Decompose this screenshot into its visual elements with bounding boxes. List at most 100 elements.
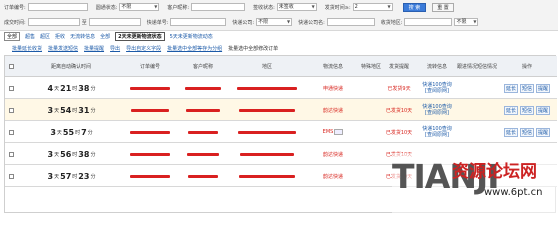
- row-checkbox[interactable]: [8, 85, 14, 91]
- row-checkbox[interactable]: [8, 173, 14, 179]
- carrier: 韵达快递: [322, 107, 343, 114]
- export-link[interactable]: 导出: [110, 45, 120, 52]
- header-customer: 客户昵称: [192, 63, 213, 70]
- ems-logo-icon: [334, 129, 344, 135]
- region-redacted: [237, 86, 297, 90]
- extend-button[interactable]: 延长: [503, 127, 518, 137]
- days: 4: [47, 83, 54, 93]
- batch-extend-link[interactable]: 批量延长收货: [12, 45, 42, 52]
- row-checkbox[interactable]: [8, 151, 14, 157]
- chevron-down-icon: ▼: [473, 19, 477, 24]
- customer-redacted: [187, 152, 219, 156]
- row-checkbox[interactable]: [8, 129, 14, 135]
- ship-time-select[interactable]: 2 ▼: [352, 3, 393, 11]
- batch-modify-link[interactable]: 批量选中全部修改订单: [228, 45, 278, 52]
- day-unit: 天: [56, 129, 62, 136]
- tab-all[interactable]: 全部: [4, 31, 21, 41]
- tab-rejected[interactable]: 拒收: [55, 33, 65, 40]
- carrier: 韵达快递: [322, 151, 343, 158]
- customer-input[interactable]: [191, 3, 246, 11]
- ship-status-label: 圆通状态:: [95, 4, 118, 11]
- ship-status-select[interactable]: 不限 ▼: [119, 3, 160, 11]
- region-redacted: [238, 130, 296, 134]
- chevron-down-icon: ▼: [311, 4, 315, 9]
- remind-button[interactable]: 提醒: [536, 83, 551, 93]
- status-tabs: 全部 超售 超区 拒收 无流转信息 全部 2天未更新物流状态 5天未更新物流动态: [0, 31, 558, 41]
- flow-origin-link[interactable]: [查阅原网]: [425, 110, 449, 116]
- courier-label: 快递公司:: [232, 19, 255, 26]
- sms-button[interactable]: 短信: [519, 83, 534, 93]
- customer-redacted: [186, 108, 220, 112]
- tab-no-tracking[interactable]: 无流转信息: [70, 33, 95, 40]
- header-follow: 跟进情况: [457, 63, 478, 70]
- deal-time-end-input[interactable]: [88, 18, 141, 26]
- row-checkbox[interactable]: [8, 107, 14, 113]
- save-group-link[interactable]: 批量选中全部等存为分组: [167, 45, 222, 52]
- table-row: 4天 21 时 38 分 申通快递 已发货9天 快递100查询 [查阅原网] 延长 …: [5, 77, 557, 99]
- header-flow: 流转信息: [426, 63, 447, 70]
- select-all-checkbox[interactable]: [8, 64, 14, 69]
- order-no-input[interactable]: [27, 3, 88, 11]
- filter-row-1: 订单编号: 圆通状态: 不限 ▼ 客户昵称: 签收状态: 未签收 ▼ 发货时间≥: …: [4, 2, 454, 12]
- hours: 56: [60, 149, 72, 159]
- order-no-label: 订单编号:: [4, 4, 26, 11]
- header-ship-remind: 发货提醒: [388, 63, 409, 70]
- courier-name-input[interactable]: [326, 18, 375, 26]
- hour-unit: 时: [72, 107, 78, 114]
- order-no-redacted: [130, 152, 170, 156]
- extend-button[interactable]: 延长: [503, 105, 518, 115]
- countdown: 3天 56 时 38 分: [19, 143, 123, 165]
- tab-2day-no-update[interactable]: 2天未更新物流状态: [115, 31, 165, 41]
- flow-origin-link[interactable]: [查阅原网]: [425, 132, 449, 138]
- watermark: TIANJI 资源论坛网 www.6pt.cn: [392, 153, 558, 213]
- tab-oversold[interactable]: 超售: [25, 33, 35, 40]
- ship-remind: 已发货10天: [385, 107, 413, 114]
- reset-button[interactable]: 重 置: [432, 2, 454, 12]
- countdown: 3天 57 时 23 分: [19, 165, 123, 187]
- tracking-no-input[interactable]: [170, 18, 227, 26]
- order-no-redacted: [131, 108, 169, 112]
- tab-5day-no-update[interactable]: 5天未更新物流动态: [170, 33, 213, 40]
- countdown: 4天 21 时 38 分: [19, 77, 123, 99]
- extend-button[interactable]: 延长: [503, 83, 518, 93]
- ship-status-value: 不限: [121, 4, 132, 10]
- courier-name-label: 快递公司名:: [298, 19, 325, 26]
- tab-out-of-area[interactable]: 超区: [40, 33, 50, 40]
- sms-button[interactable]: 短信: [519, 127, 534, 137]
- ship-remind: 已发货9天: [387, 85, 411, 92]
- region-redacted: [239, 174, 295, 178]
- row-ops: 延长 短信 提醒: [497, 77, 557, 99]
- deal-time-start-input[interactable]: [27, 18, 80, 26]
- remind-button[interactable]: 提醒: [536, 127, 551, 137]
- countdown: 3天 55 时 7分: [19, 121, 123, 143]
- tab-all-2[interactable]: 全部: [100, 33, 110, 40]
- mins: 38: [78, 149, 90, 159]
- min-unit: 分: [90, 173, 96, 180]
- days: 3: [47, 171, 54, 181]
- sign-status-value: 未签收: [278, 4, 294, 10]
- batch-remind-link[interactable]: 批量提醒: [84, 45, 104, 52]
- min-unit: 分: [90, 85, 96, 92]
- hour-unit: 时: [72, 173, 78, 180]
- table-header: 距离自动确认时间 订单编号 客户昵称 地区 物流信息 特殊地区 发货提醒 流转信…: [5, 56, 557, 77]
- flow-info: 快递100查询 [查阅原网]: [417, 77, 457, 99]
- batch-sms-link[interactable]: 批量发送短信: [48, 45, 78, 52]
- flow-origin-link[interactable]: [查阅原网]: [425, 88, 449, 94]
- day-unit: 天: [54, 151, 60, 158]
- export-custom-link[interactable]: 导出自定义字段: [126, 45, 161, 52]
- ship-remind: 已发货10天: [385, 129, 413, 136]
- hours: 57: [60, 171, 72, 181]
- days: 3: [47, 105, 54, 115]
- sms-button[interactable]: 短信: [519, 105, 534, 115]
- courier-select[interactable]: 不限 ▼: [256, 18, 293, 26]
- region-label: 收货地区:: [380, 19, 403, 26]
- region-input[interactable]: [404, 18, 453, 26]
- countdown: 3天 54 时 31 分: [19, 99, 123, 121]
- search-button[interactable]: 搜 索: [402, 2, 427, 12]
- header-special-area: 特殊地区: [361, 63, 382, 70]
- customer-redacted: [188, 130, 218, 134]
- remind-button[interactable]: 提醒: [536, 105, 551, 115]
- sign-status-select[interactable]: 未签收 ▼: [276, 3, 317, 11]
- ship-time-label: 发货时间≥:: [324, 4, 351, 11]
- region-select[interactable]: 不限 ▼: [454, 18, 479, 26]
